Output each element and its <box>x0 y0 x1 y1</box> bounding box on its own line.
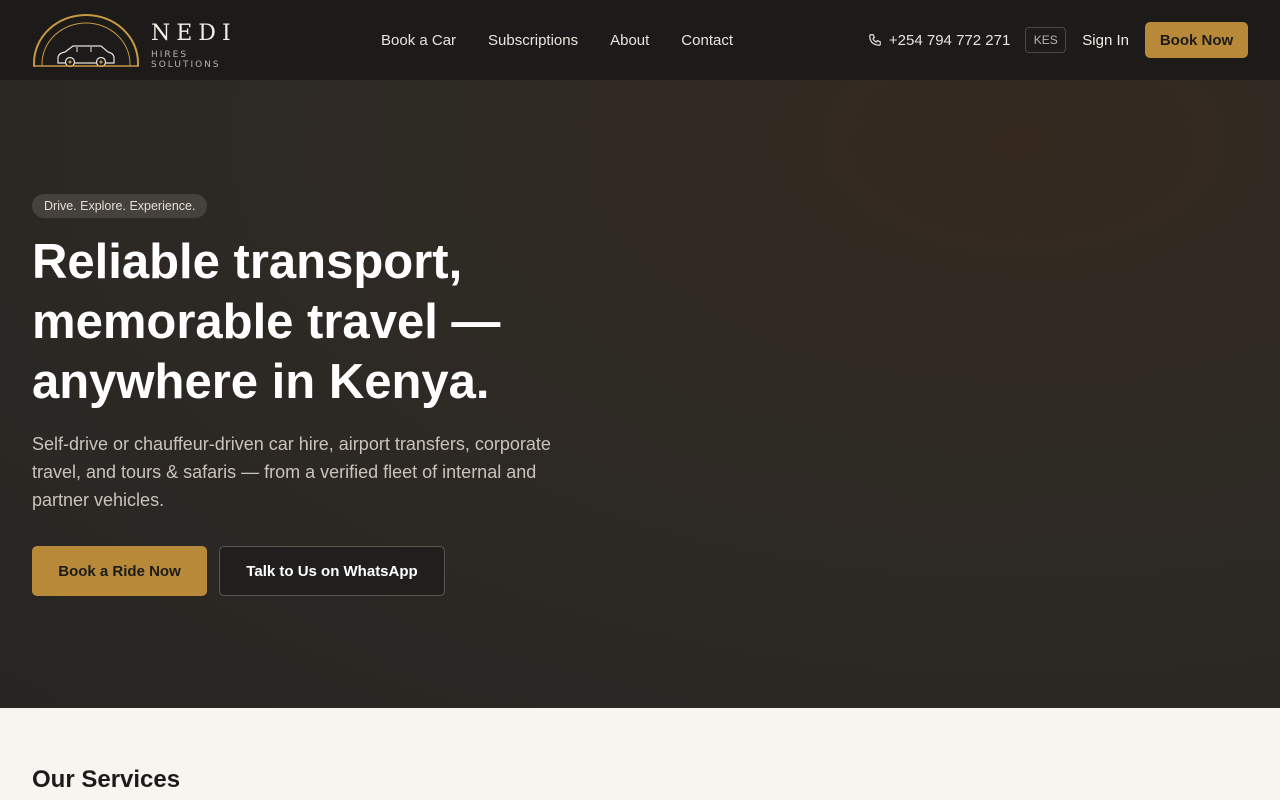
sign-in-link[interactable]: Sign In <box>1082 32 1129 49</box>
brand-name: NEDI <box>151 21 237 46</box>
nav-about[interactable]: About <box>594 32 665 49</box>
whatsapp-button[interactable]: Talk to Us on WhatsApp <box>219 546 445 596</box>
book-now-button[interactable]: Book Now <box>1145 22 1248 58</box>
brand-text: NEDI HIRES SOLUTIONS <box>151 21 237 71</box>
header-actions: +254 794 772 271 KES Sign In Book Now <box>868 0 1248 80</box>
car-arch-logo-icon <box>33 14 139 67</box>
site-header: NEDI HIRES SOLUTIONS Book a Car Subscrip… <box>0 0 1280 80</box>
nav-book-a-car[interactable]: Book a Car <box>365 32 472 49</box>
brand-subtitle: HIRES SOLUTIONS <box>151 50 221 70</box>
phone-link[interactable]: +254 794 772 271 <box>868 32 1010 49</box>
main-nav: Book a Car Subscriptions About Contact <box>365 0 749 80</box>
hero-section: Drive. Explore. Experience. Reliable tra… <box>0 80 1280 708</box>
currency-selector[interactable]: KES <box>1025 27 1067 53</box>
brand-logo[interactable]: NEDI HIRES SOLUTIONS <box>33 13 231 70</box>
phone-icon <box>869 34 881 46</box>
services-title: Our Services <box>32 766 181 793</box>
services-section: Our Services <box>0 708 1280 800</box>
hero-description: Self-drive or chauffeur-driven car hire,… <box>32 434 551 510</box>
hero-title: Reliable transport, memorable travel — a… <box>32 235 501 409</box>
phone-number: +254 794 772 271 <box>888 31 1011 49</box>
nav-subscriptions[interactable]: Subscriptions <box>472 32 594 49</box>
book-a-ride-button[interactable]: Book a Ride Now <box>32 546 207 596</box>
nav-contact[interactable]: Contact <box>665 32 749 49</box>
hero-tagline-badge: Drive. Explore. Experience. <box>32 194 208 218</box>
